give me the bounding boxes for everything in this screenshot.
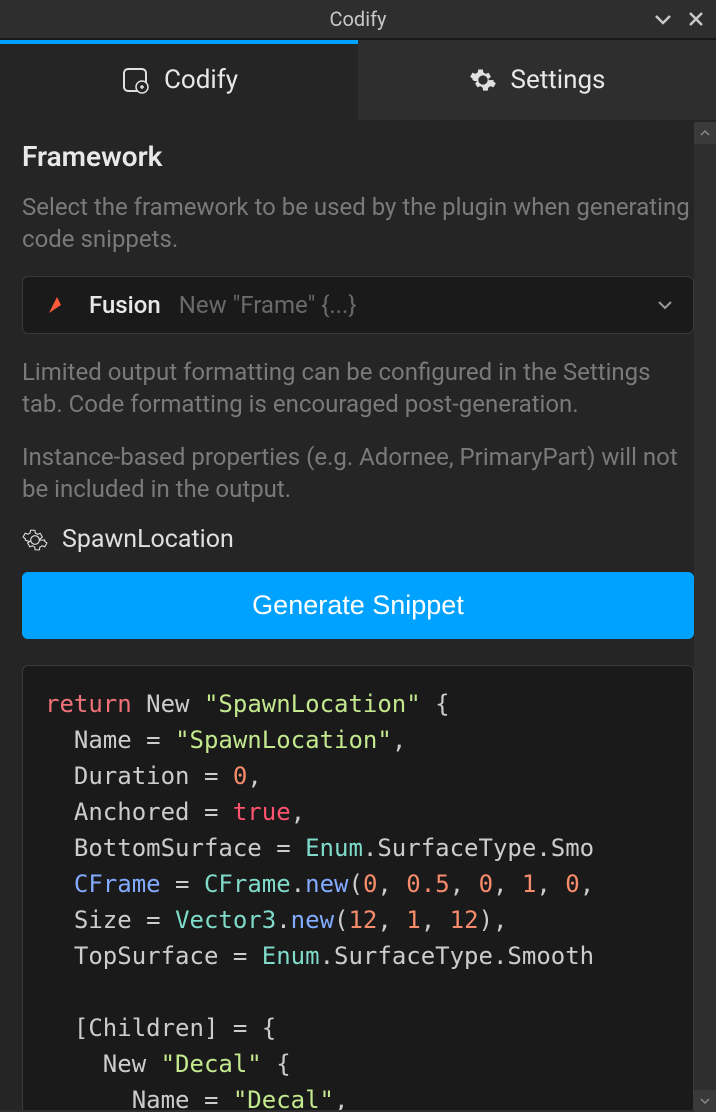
content-panel: Framework Select the framework to be use… (0, 120, 716, 1110)
tab-label: Codify (164, 65, 238, 95)
note-instance-props: Instance-based properties (e.g. Adornee,… (22, 441, 694, 506)
generate-button[interactable]: Generate Snippet (22, 572, 694, 639)
tab-label: Settings (511, 65, 606, 95)
scrollbar-track[interactable] (694, 144, 716, 1090)
codify-tab-icon (120, 65, 150, 95)
code-output: return New "SpawnLocation" { Name = "Spa… (22, 665, 694, 1110)
scrollbar[interactable] (694, 122, 716, 1112)
scroll-up-icon[interactable] (694, 122, 716, 144)
dropdown-selected: Fusion (89, 291, 161, 319)
titlebar: Codify (0, 0, 716, 40)
dropdown-hint: New "Frame" {...} (179, 291, 357, 319)
fusion-icon (43, 291, 71, 319)
scroll-down-icon[interactable] (694, 1090, 716, 1112)
gear-icon (469, 66, 497, 94)
close-icon[interactable] (688, 11, 704, 27)
selected-instance: SpawnLocation (22, 525, 694, 554)
note-formatting: Limited output formatting can be configu… (22, 356, 694, 421)
section-title-framework: Framework (22, 140, 694, 173)
instance-name: SpawnLocation (62, 525, 234, 554)
tab-settings[interactable]: Settings (358, 40, 716, 120)
titlebar-controls (654, 11, 704, 27)
framework-description: Select the framework to be used by the p… (22, 191, 694, 256)
dropdown-icon[interactable] (654, 13, 672, 25)
tabs: Codify Settings (0, 40, 716, 120)
tab-codify[interactable]: Codify (0, 40, 358, 120)
gear-icon (22, 527, 48, 553)
window-title: Codify (330, 7, 387, 31)
chevron-down-icon (657, 295, 673, 314)
framework-dropdown[interactable]: Fusion New "Frame" {...} (22, 276, 694, 334)
